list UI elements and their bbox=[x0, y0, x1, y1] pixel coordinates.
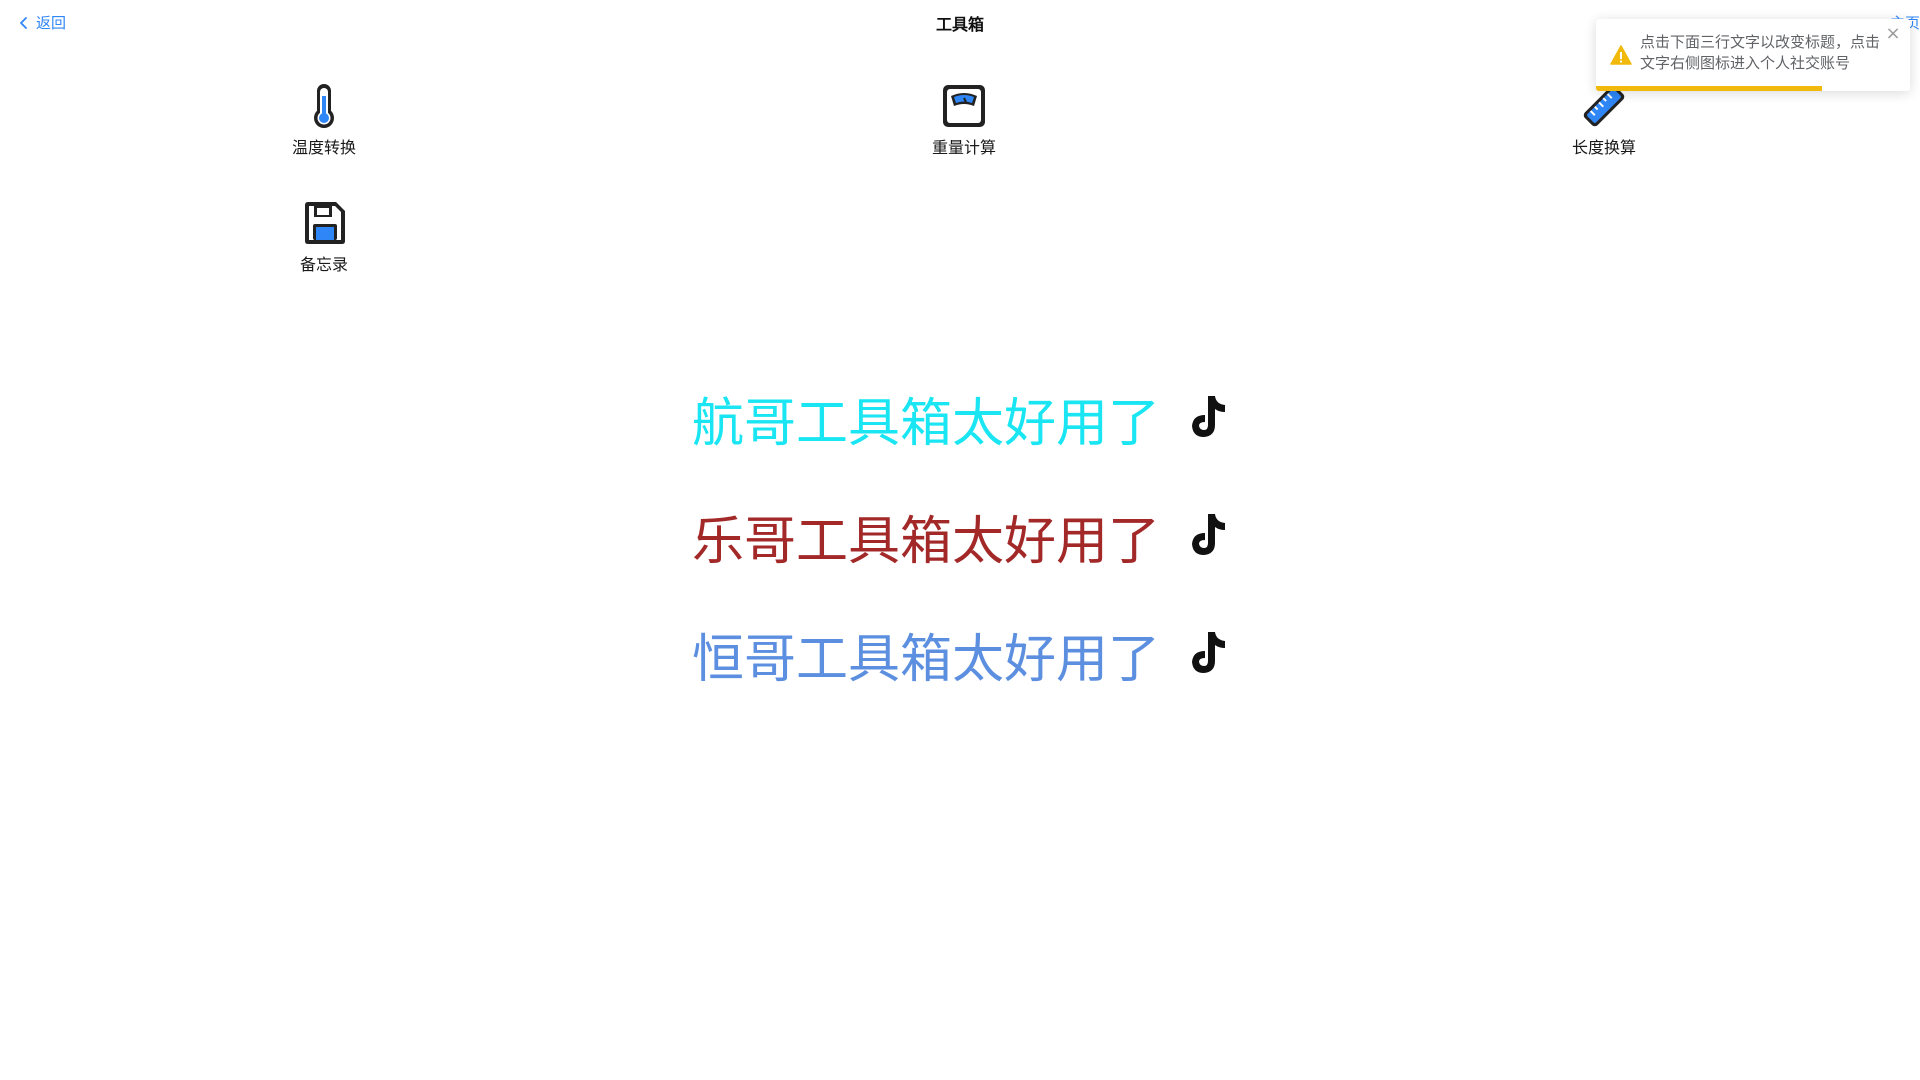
tiktok-icon[interactable] bbox=[1184, 628, 1228, 678]
tool-label: 长度换算 bbox=[1571, 138, 1636, 157]
toast-progress-bar bbox=[1596, 86, 1910, 91]
warning-icon bbox=[1610, 45, 1632, 65]
slogan-text[interactable]: 航哥工具箱太好用了 bbox=[692, 394, 1160, 454]
slogan-row: 乐哥工具箱太好用了 bbox=[0, 512, 1920, 572]
slogan-text[interactable]: 恒哥工具箱太好用了 bbox=[692, 630, 1160, 690]
tool-temperature-conversion[interactable]: 温度转换 bbox=[254, 82, 394, 158]
tool-label: 温度转换 bbox=[291, 138, 356, 157]
weighing-scale-icon bbox=[943, 85, 985, 127]
tool-weight-calculation[interactable]: 重量计算 bbox=[894, 82, 1034, 158]
close-icon[interactable]: × bbox=[1884, 25, 1902, 43]
floppy-disk-icon bbox=[305, 202, 345, 244]
tool-length-conversion[interactable]: 长度换算 bbox=[1534, 82, 1674, 158]
slogan-row: 恒哥工具箱太好用了 bbox=[0, 630, 1920, 690]
tiktok-icon[interactable] bbox=[1184, 510, 1228, 560]
toast-notification: 点击下面三行文字以改变标题，点击文字右侧图标进入个人社交账号 × bbox=[1596, 19, 1910, 91]
tool-memo[interactable]: 备忘录 bbox=[254, 199, 394, 275]
tool-label: 重量计算 bbox=[931, 138, 996, 157]
tool-label: 备忘录 bbox=[299, 255, 348, 274]
slogan-row: 航哥工具箱太好用了 bbox=[0, 394, 1920, 454]
toast-message: 点击下面三行文字以改变标题，点击文字右侧图标进入个人社交账号 bbox=[1640, 33, 1881, 72]
tiktok-icon[interactable] bbox=[1184, 392, 1228, 442]
thermometer-icon bbox=[314, 84, 334, 128]
toast-progress-fill bbox=[1596, 86, 1823, 91]
slogan-text[interactable]: 乐哥工具箱太好用了 bbox=[692, 512, 1160, 572]
